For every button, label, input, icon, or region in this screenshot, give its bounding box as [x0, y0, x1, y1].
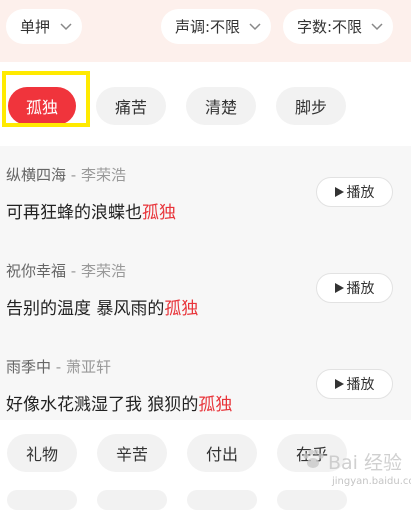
- list-item: 祝你幸福 - 李荣浩 告别的温度 暴风雨的孤独 播放: [0, 242, 411, 334]
- separator: -: [66, 262, 81, 280]
- lyric-keyword: 孤独: [198, 395, 233, 415]
- tone-dropdown[interactable]: 声调:不限: [161, 9, 271, 44]
- artist-name: 萧亚轩: [65, 358, 111, 376]
- song-meta: 纵横四海 - 李荣浩: [6, 164, 126, 185]
- rhyme-tag[interactable]: 清楚: [186, 87, 256, 125]
- rhyme-tag[interactable]: 付出: [187, 434, 257, 472]
- list-item: 雨季中 - 萧亚轩 好像水花溅湿了我 狼狈的孤独 播放: [0, 338, 411, 430]
- play-button[interactable]: 播放: [316, 369, 393, 399]
- rhyme-tag[interactable]: 脚步: [276, 87, 346, 125]
- chevron-down-icon: [249, 22, 261, 30]
- lyric-prefix: 告别的温度 暴风雨的: [6, 299, 165, 319]
- chevron-down-icon: [371, 22, 383, 30]
- paw-icon: [303, 449, 324, 468]
- watermark-text: Bai 经验: [328, 452, 402, 474]
- lyric-prefix: 可再狂蜂的浪蝶也: [6, 203, 142, 223]
- rhyme-tag[interactable]: 痛苦: [96, 87, 166, 125]
- tone-label: 声调:不限: [175, 18, 241, 36]
- lyric-line: 好像水花溅湿了我 狼狈的孤独: [6, 390, 232, 415]
- rhyme-tag[interactable]: 礼物: [7, 434, 77, 472]
- song-title: 纵横四海: [6, 166, 67, 184]
- play-icon: [334, 379, 344, 389]
- list-item: 纵横四海 - 李荣浩 可再狂蜂的浪蝶也孤独 播放: [0, 146, 411, 238]
- char-count-dropdown[interactable]: 字数:不限: [283, 9, 393, 44]
- watermark: Bai 经验 jingyan.baidu.com: [298, 444, 411, 494]
- song-meta: 祝你幸福 - 李荣浩: [6, 260, 126, 281]
- play-label: 播放: [346, 185, 375, 201]
- separator: -: [66, 166, 81, 184]
- watermark-url: jingyan.baidu.com: [332, 476, 411, 487]
- song-meta: 雨季中 - 萧亚轩: [6, 356, 111, 377]
- lyric-keyword: 孤独: [142, 203, 176, 223]
- artist-name: 李荣浩: [80, 166, 126, 184]
- separator: -: [51, 358, 66, 376]
- lyric-prefix: 好像水花溅湿了我 狼狈的: [6, 395, 199, 415]
- play-label: 播放: [346, 377, 375, 393]
- song-title: 祝你幸福: [6, 262, 67, 280]
- rhyme-tag-partial[interactable]: [187, 490, 257, 510]
- rhyme-tag-partial[interactable]: [97, 490, 167, 510]
- play-button[interactable]: 播放: [316, 177, 393, 207]
- play-icon: [334, 187, 344, 197]
- lyric-line: 告别的温度 暴风雨的孤独: [6, 294, 198, 319]
- play-button[interactable]: 播放: [316, 273, 393, 303]
- play-icon: [334, 283, 344, 293]
- song-title: 雨季中: [6, 358, 52, 376]
- chevron-down-icon: [60, 22, 72, 30]
- rhyme-tag[interactable]: 辛苦: [97, 434, 167, 472]
- result-list: 纵横四海 - 李荣浩 可再狂蜂的浪蝶也孤独 播放 祝你幸福 - 李荣浩 告别的温…: [0, 146, 411, 420]
- filter-bar: 单押 声调:不限 字数:不限: [0, 0, 411, 62]
- char-count-label: 字数:不限: [297, 18, 363, 36]
- highlight-box: [2, 71, 90, 127]
- play-label: 播放: [346, 281, 375, 297]
- rhyme-mode-label: 单押: [20, 18, 51, 36]
- rhyme-mode-dropdown[interactable]: 单押: [6, 9, 82, 44]
- lyric-line: 可再狂蜂的浪蝶也孤独: [6, 198, 176, 223]
- rhyme-tag-partial[interactable]: [7, 490, 77, 510]
- lyric-keyword: 孤独: [164, 299, 199, 319]
- artist-name: 李荣浩: [80, 262, 126, 280]
